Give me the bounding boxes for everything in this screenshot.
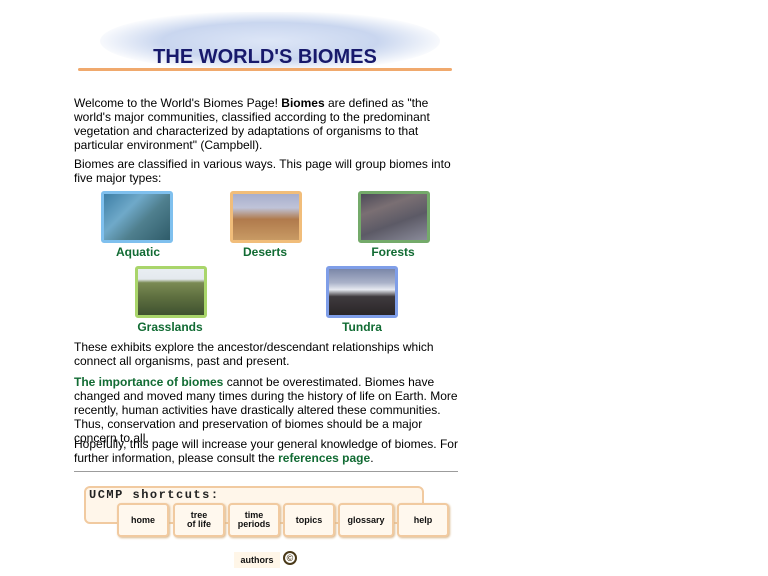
tree-of-life-button[interactable]: tree of life	[173, 503, 225, 537]
topics-button[interactable]: topics	[283, 503, 335, 537]
aquatic-link[interactable]: Aquatic	[88, 245, 188, 259]
tree-label-line2: of life	[187, 519, 211, 529]
intro-lead-text: Welcome to the World's Biomes Page!	[74, 96, 282, 110]
glossary-button-label: glossary	[347, 514, 385, 525]
tundra-link[interactable]: Tundra	[312, 320, 412, 334]
forests-thumbnail[interactable]	[358, 191, 430, 243]
references-link[interactable]: references page	[278, 451, 370, 465]
help-button[interactable]: help	[397, 503, 449, 537]
deserts-thumbnail[interactable]	[230, 191, 302, 243]
grasslands-link[interactable]: Grasslands	[120, 320, 220, 334]
help-button-label: help	[413, 514, 433, 525]
importance-paragraph: The importance of biomes cannot be overe…	[74, 375, 464, 445]
divider	[74, 471, 458, 472]
time-periods-label: time periods	[238, 511, 271, 529]
home-button-label: home	[130, 514, 155, 525]
deserts-link[interactable]: Deserts	[215, 245, 315, 259]
closing-tail: .	[370, 451, 374, 465]
aquatic-thumbnail[interactable]	[101, 191, 173, 243]
importance-link[interactable]: The importance of biomes	[74, 375, 223, 389]
home-button[interactable]: home	[117, 503, 169, 537]
grasslands-thumbnail[interactable]	[135, 266, 207, 318]
biomes-term: Biomes	[281, 96, 325, 110]
topics-button-label: topics	[295, 514, 323, 525]
classification-paragraph: Biomes are classified in various ways. T…	[74, 157, 451, 185]
tundra-thumbnail[interactable]	[326, 266, 398, 318]
time-periods-button[interactable]: time periods	[228, 503, 280, 537]
glossary-button[interactable]: glossary	[338, 503, 394, 537]
closing-paragraph: Hopefully, this page will increase your …	[74, 437, 464, 465]
copyright-icon[interactable]: ©	[283, 551, 297, 565]
forests-link[interactable]: Forests	[343, 245, 443, 259]
exhibits-paragraph: These exhibits explore the ancestor/desc…	[74, 340, 434, 368]
authors-link[interactable]: authors	[234, 552, 280, 568]
closing-text: Hopefully, this page will increase your …	[74, 437, 458, 465]
time-label-line2: periods	[237, 519, 271, 529]
tree-of-life-label: tree of life	[187, 511, 211, 529]
title-underline	[78, 68, 452, 71]
intro-paragraph: Welcome to the World's Biomes Page! Biom…	[74, 96, 464, 152]
page-title: THE WORLD'S BIOMES	[153, 46, 377, 68]
shortcuts-title: UCMP shortcuts:	[89, 488, 220, 502]
